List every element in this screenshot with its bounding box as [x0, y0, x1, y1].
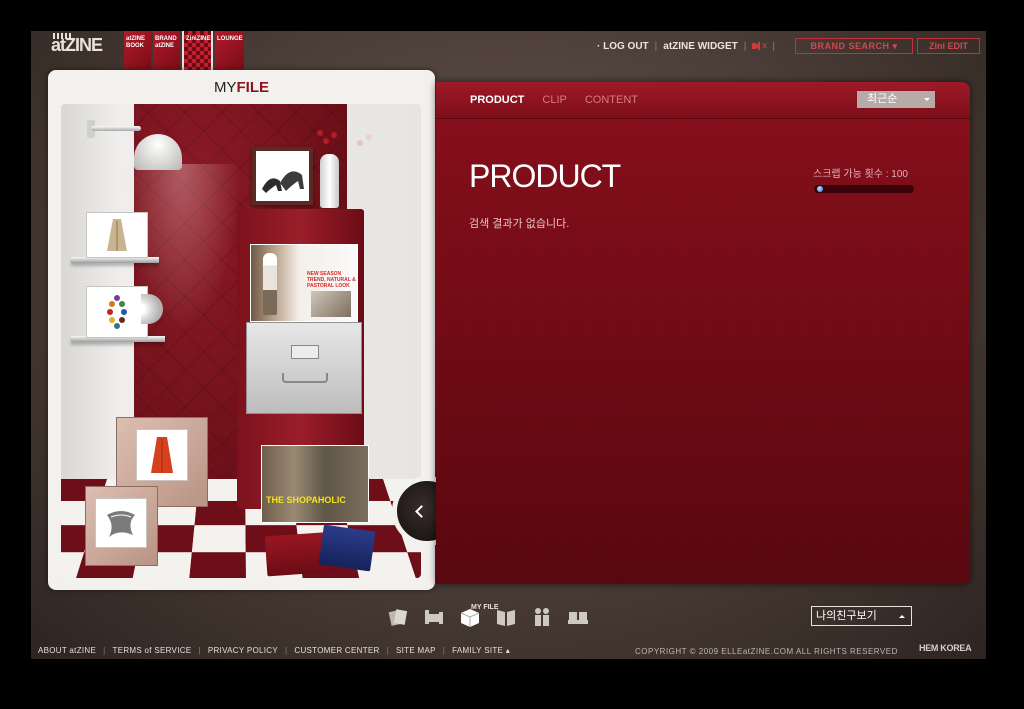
- lamp-arm: [91, 126, 141, 131]
- tab-zinizine[interactable]: ZiniZINE: [182, 31, 213, 73]
- no-results-message: 검색 결과가 없습니다.: [469, 218, 570, 230]
- footer-link-terms[interactable]: TERMS of SERVICE: [113, 646, 192, 655]
- necklace-clip-item[interactable]: [86, 286, 148, 338]
- copyright-text: COPYRIGHT © 2009 ELLEatZINE.COM ALL RIGH…: [635, 647, 898, 656]
- room-illustration: NEW SEASON TREND, NATURAL & PASTORAL LOO…: [61, 104, 421, 578]
- app-stage: atZINE atZINE BOOK BRAND atZINE ZiniZINE…: [31, 31, 986, 659]
- scrap-count-label: 스크랩 가능 횟수 : 100: [813, 169, 908, 180]
- magazine-clip-2[interactable]: THE SHOPAHOLIC: [261, 445, 369, 523]
- tab-clip[interactable]: CLIP: [542, 94, 566, 106]
- divider: |: [743, 40, 747, 52]
- myfile-title: MYFILE: [214, 79, 269, 96]
- necklace-icon: [107, 295, 127, 329]
- coat-clip-item[interactable]: [86, 212, 148, 258]
- tab-content[interactable]: CONTENT: [585, 94, 638, 106]
- sort-select[interactable]: 최근순: [857, 91, 935, 108]
- chevron-left-icon: [414, 504, 428, 518]
- bottom-nav: [387, 606, 589, 628]
- slider-handle[interactable]: [817, 186, 823, 192]
- top-links: · LOG OUT | atZINE WIDGET | x |: [597, 40, 775, 52]
- tab-atzine-book[interactable]: atZINE BOOK: [124, 31, 151, 69]
- company-logo: HEM KOREA: [919, 643, 972, 653]
- footer-link-site-map[interactable]: SITE MAP: [396, 646, 436, 655]
- vase-icon: [320, 154, 339, 208]
- flower-icon: [331, 132, 337, 138]
- footer-link-privacy[interactable]: PRIVACY POLICY: [208, 646, 278, 655]
- cabinet-drawer[interactable]: [246, 322, 362, 414]
- red-coat-item[interactable]: [136, 429, 188, 481]
- drawer-handle: [282, 373, 328, 383]
- tab-lounge[interactable]: LOUNGE: [215, 31, 244, 69]
- tab-product[interactable]: PRODUCT: [470, 94, 524, 106]
- divider: |: [654, 40, 658, 52]
- scarf-icon: [107, 511, 135, 537]
- brand-search-button[interactable]: BRAND SEARCH ▾: [795, 38, 913, 54]
- flower-icon: [317, 130, 323, 136]
- divider: |: [386, 646, 390, 655]
- widget-link[interactable]: atZINE WIDGET: [663, 41, 737, 52]
- friend-select[interactable]: 나의친구보기: [811, 606, 912, 626]
- divider: |: [284, 646, 288, 655]
- top-tabs: atZINE BOOK BRAND atZINE ZiniZINE LOUNGE: [124, 31, 244, 73]
- shoe-frame-item[interactable]: [252, 147, 313, 205]
- magazine-clip-1[interactable]: NEW SEASON TREND, NATURAL & PASTORAL LOO…: [250, 244, 358, 322]
- divider: |: [442, 646, 446, 655]
- footer-link-customer-center[interactable]: CUSTOMER CENTER: [294, 646, 379, 655]
- people-icon[interactable]: [531, 606, 553, 628]
- red-coat-icon: [151, 437, 173, 473]
- divider: |: [772, 40, 775, 52]
- section-title: PRODUCT: [469, 158, 621, 194]
- flower-icon: [323, 138, 329, 144]
- magazine-headline: NEW SEASON TREND, NATURAL & PASTORAL LOO…: [307, 271, 356, 289]
- footer-link-about[interactable]: ABOUT atZINE: [38, 646, 96, 655]
- zini-edit-button[interactable]: Zini EDIT: [917, 38, 980, 54]
- divider: |: [198, 646, 201, 655]
- model-figure: [263, 253, 277, 315]
- blue-folder[interactable]: [318, 524, 376, 572]
- logout-link[interactable]: · LOG OUT: [597, 41, 649, 52]
- tab-brand-atzine[interactable]: BRAND atZINE: [153, 31, 180, 69]
- content-panel: PRODUCT CLIP CONTENT 최근순 PRODUCT 검색 결과가 …: [436, 82, 970, 584]
- flower-icon: [357, 140, 363, 146]
- high-heel-shoes-icon: [262, 171, 304, 193]
- lounge-sofa-icon[interactable]: [567, 606, 589, 628]
- scrap-count-slider[interactable]: [814, 185, 914, 193]
- my-file-box-icon[interactable]: [459, 606, 481, 628]
- scarf-item[interactable]: [95, 498, 147, 548]
- content-tabs: PRODUCT CLIP CONTENT: [470, 94, 638, 106]
- footer-links: ABOUT atZINE | TERMS of SERVICE | PRIVAC…: [38, 646, 510, 655]
- scrap-cards-icon[interactable]: [387, 606, 409, 628]
- divider: |: [103, 646, 106, 655]
- sound-mute-icon[interactable]: x: [752, 40, 767, 52]
- atzine-logo[interactable]: atZINE: [51, 33, 103, 56]
- magazine-headline: THE SHOPAHOLIC: [266, 495, 346, 505]
- bed-icon[interactable]: [423, 606, 445, 628]
- trench-coat-icon: [107, 219, 127, 251]
- book-icon[interactable]: [495, 606, 517, 628]
- footer-link-family-site[interactable]: FAMILY SITE ▴: [452, 646, 510, 655]
- magazine-photo: [311, 291, 351, 317]
- logo-bars-icon: [53, 33, 73, 39]
- myfile-panel: MYFILE NEW SEASON TREND, NATURAL & PASTO…: [48, 70, 435, 590]
- drawer-label-tag: [291, 345, 319, 359]
- flower-icon: [366, 134, 372, 140]
